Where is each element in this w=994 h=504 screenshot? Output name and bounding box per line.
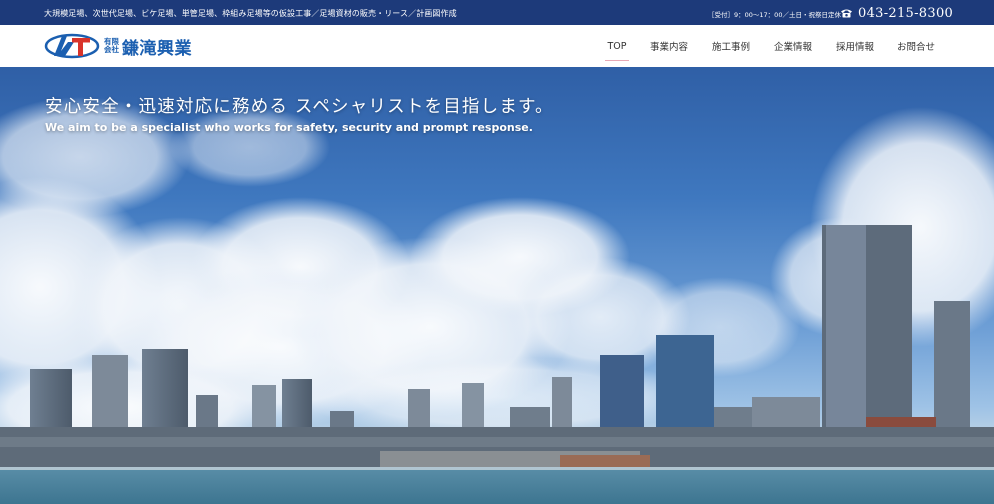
nav-item-works[interactable]: 施工事例: [700, 25, 762, 67]
site-logo[interactable]: 有限 会社 鎌滝興業: [44, 32, 192, 60]
nav-item-company[interactable]: 企業情報: [762, 25, 824, 67]
phone-link[interactable]: 043-215-8300: [840, 5, 953, 21]
telephone-icon: [841, 9, 852, 18]
top-info-bar: 大規模足場、次世代足場、ビケ足場、単管足場、枠組み足場等の仮設工事／足場資材の販…: [0, 0, 994, 25]
company-type-bottom: 会社: [104, 45, 119, 54]
hero-title: 安心安全・迅速対応に務める スペシャリストを目指します。: [45, 97, 554, 117]
main-nav: TOP 事業内容 施工事例 企業情報 採用情報 お問合せ: [596, 25, 946, 67]
nav-item-contact[interactable]: お問合せ: [886, 25, 946, 67]
company-name: 鎌滝興業: [122, 38, 192, 59]
business-hours: ［受付］9：00〜17：00／土日・祝祭日定休: [708, 11, 841, 19]
logo-text: 有限 会社 鎌滝興業: [104, 34, 192, 59]
nav-item-top[interactable]: TOP: [596, 25, 638, 67]
phone-number: 043-215-8300: [858, 5, 954, 21]
company-type: 有限 会社: [104, 37, 119, 55]
nav-item-recruit[interactable]: 採用情報: [824, 25, 886, 67]
company-logo-mark-icon: [44, 33, 100, 59]
hero-banner: 安心安全・迅速対応に務める スペシャリストを目指します。 We aim to b…: [0, 67, 994, 504]
site-header: 有限 会社 鎌滝興業 TOP 事業内容 施工事例 企業情報 採用情報 お問合せ: [0, 25, 994, 67]
hero-subtitle: We aim to be a specialist who works for …: [45, 121, 533, 134]
services-text: 大規模足場、次世代足場、ビケ足場、単管足場、枠組み足場等の仮設工事／足場資材の販…: [44, 9, 457, 18]
nav-item-business[interactable]: 事業内容: [638, 25, 700, 67]
